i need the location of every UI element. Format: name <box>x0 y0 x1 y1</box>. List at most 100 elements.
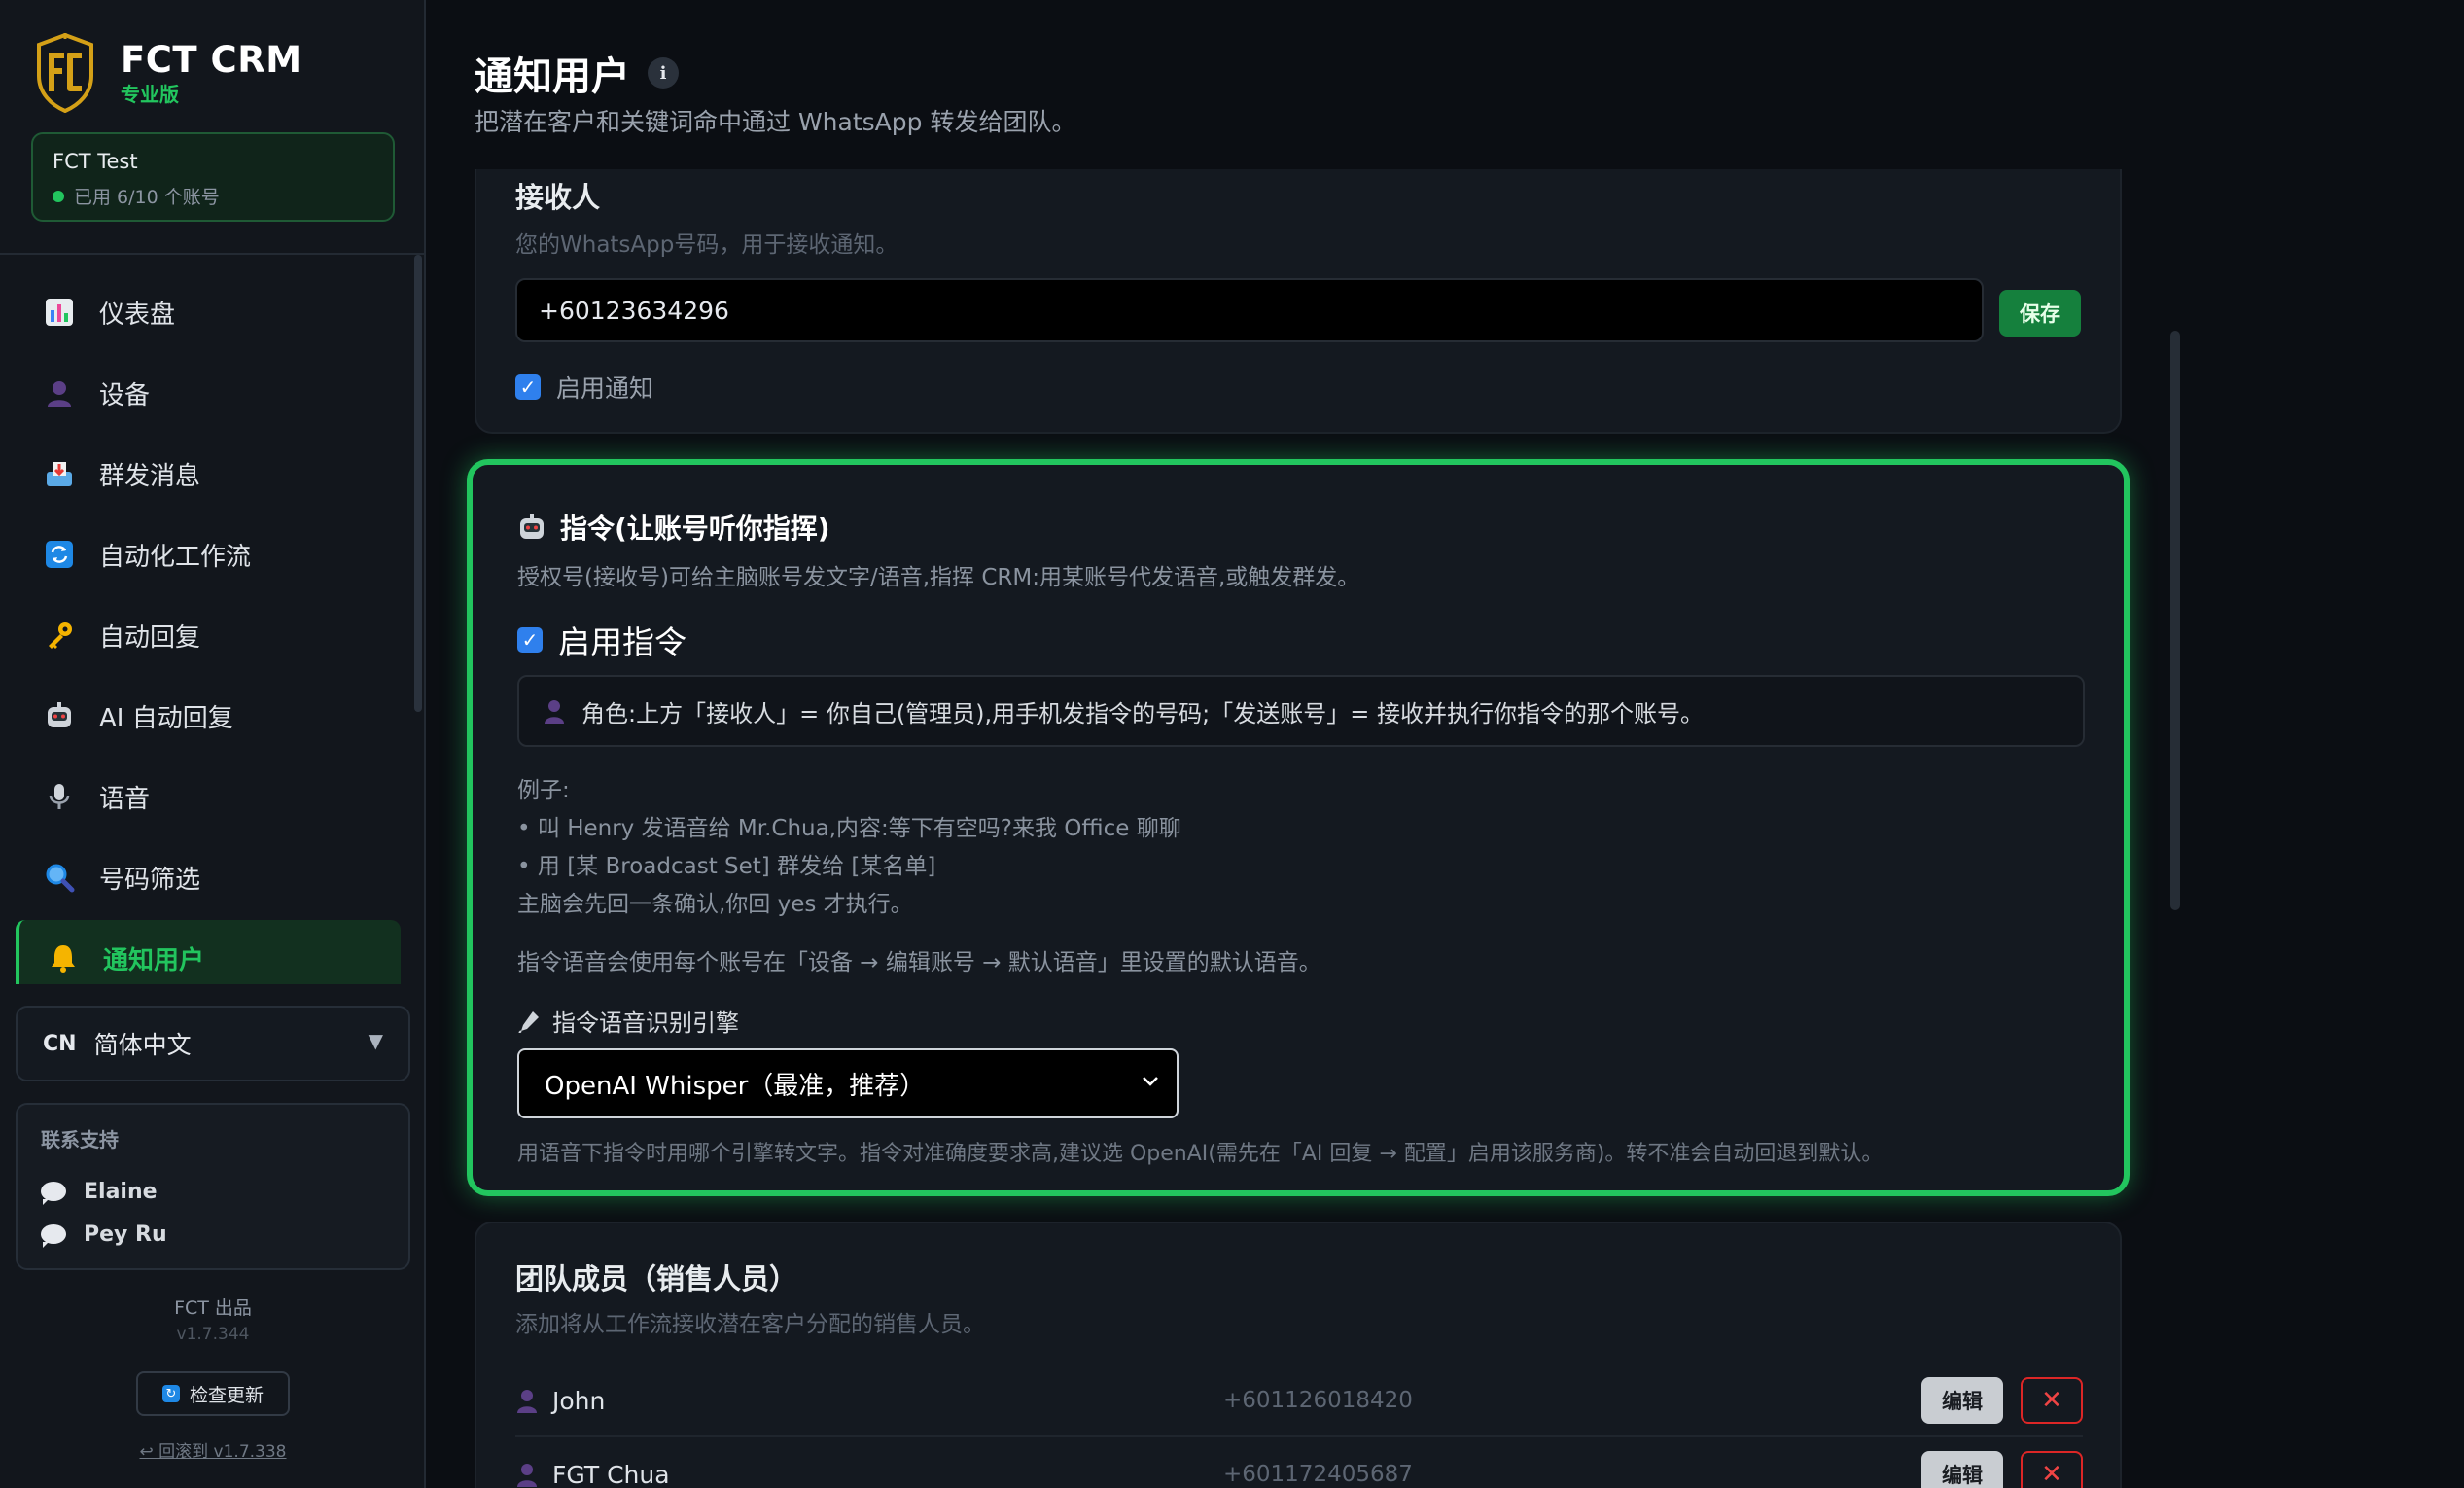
member-name: FGT Chua <box>552 1460 670 1488</box>
command-examples: 例子: • 叫 Henry 发语音给 Mr.Chua,内容:等下有空吗?来我 O… <box>517 772 1181 924</box>
member-phone: +601126018420 <box>1223 1388 1413 1413</box>
magnifier-icon <box>43 861 76 894</box>
account-card[interactable]: FCT Test 已用 6/10 个账号 <box>31 132 395 222</box>
brand-edition: 专业版 <box>121 83 179 106</box>
recipient-title: 接收人 <box>515 181 601 214</box>
delete-button[interactable]: ✕ <box>2021 1377 2083 1424</box>
sidebar-item-label: 通知用户 <box>103 945 205 975</box>
bar-chart-icon <box>43 296 76 329</box>
version-text: v1.7.344 <box>176 1325 250 1344</box>
sidebar-scrollbar[interactable] <box>414 255 422 712</box>
brand[interactable]: FCT CRM 专业版 <box>35 33 302 113</box>
example-line: 主脑会先回一条确认,你回 yes 才执行。 <box>517 892 913 917</box>
sidebar-item-automation[interactable]: 自动化工作流 <box>16 516 401 592</box>
support-title: 联系支持 <box>41 1128 119 1151</box>
refresh-icon <box>43 538 76 571</box>
sidebar-item-label: 语音 <box>99 784 151 814</box>
maker-text: FCT 出品 <box>174 1297 252 1319</box>
sidebar-item-label: 自动化工作流 <box>99 542 252 572</box>
microphone-icon <box>43 780 76 813</box>
check-update-label: 检查更新 <box>189 1384 264 1406</box>
engine-hint: 用语音下指令时用哪个引擎转文字。指令对准确度要求高,建议选 OpenAI(需先在… <box>517 1142 1883 1166</box>
account-usage: 已用 6/10 个账号 <box>53 183 373 209</box>
sidebar-item-label: 自动回复 <box>99 622 201 653</box>
refresh-icon: ↻ <box>161 1385 180 1402</box>
support-contact-name: Pey Ru <box>84 1222 167 1247</box>
rollback-link[interactable]: ↩ 回滚到 v1.7.338 <box>0 1437 426 1462</box>
sidebar-item-devices[interactable]: 设备 <box>16 355 401 431</box>
member-name: John <box>552 1386 606 1415</box>
language-code: CN <box>43 1031 77 1056</box>
user-icon <box>517 1464 537 1487</box>
speech-bubble-icon <box>41 1224 66 1248</box>
command-title: 指令(让账号听你指挥) <box>517 508 830 547</box>
user-icon <box>545 700 564 724</box>
sidebar-item-notify-users[interactable]: 通知用户 <box>16 920 401 984</box>
caret-down-icon: ▼ <box>368 1029 383 1052</box>
edit-button[interactable]: 编辑 <box>1921 1377 2003 1424</box>
robot-icon <box>43 699 76 732</box>
main-content: 接收人 您的WhatsApp号码，用于接收通知。 +60123634296 保存… <box>428 0 2172 1488</box>
page-subtitle: 把潜在客户和关键词命中通过 WhatsApp 转发给团队。 <box>475 108 1076 136</box>
enable-notify-row[interactable]: ✓ 启用通知 <box>515 370 653 405</box>
table-row: FGT Chua +601172405687 编辑 ✕ <box>515 1437 2083 1488</box>
page-header: 通知用户 i 把潜在客户和关键词命中通过 WhatsApp 转发给团队。 <box>428 0 2172 169</box>
account-name: FCT Test <box>53 150 138 173</box>
sidebar-divider <box>0 253 424 255</box>
microphone-icon <box>518 1010 539 1033</box>
sidebar-item-label: AI 自动回复 <box>99 703 233 733</box>
engine-select[interactable]: OpenAI Whisper（最准，推荐） <box>517 1048 1179 1118</box>
user-icon <box>517 1390 537 1413</box>
examples-title: 例子: <box>517 778 570 803</box>
support-contact-elaine[interactable]: Elaine <box>41 1170 385 1213</box>
table-row: John +601126018420 编辑 ✕ <box>515 1364 2083 1437</box>
enable-notify-label: 启用通知 <box>556 374 654 403</box>
info-icon[interactable]: i <box>648 57 679 89</box>
enable-notify-checkbox[interactable]: ✓ <box>515 374 541 400</box>
key-icon <box>43 619 76 652</box>
command-card: 指令(让账号听你指挥) 授权号(接收号)可给主脑账号发文字/语音,指挥 CRM:… <box>467 459 2130 1196</box>
role-note-text: 角色:上方「接收人」= 你自己(管理员),用手机发指令的号码;「发送账号」= 接… <box>581 699 1705 727</box>
edit-button[interactable]: 编辑 <box>1921 1451 2003 1488</box>
sidebar-item-broadcast[interactable]: 群发消息 <box>16 436 401 512</box>
save-button[interactable]: 保存 <box>1999 290 2081 337</box>
engine-select-value: OpenAI Whisper（最准，推荐） <box>545 1071 926 1101</box>
sidebar-item-label: 设备 <box>99 380 151 410</box>
team-title: 团队成员（销售人员） <box>515 1262 798 1295</box>
sidebar: FCT CRM 专业版 FCT Test 已用 6/10 个账号 仪表盘 设备 <box>0 0 426 1488</box>
example-line: • 用 [某 Broadcast Set] 群发给 [某名单] <box>517 854 936 879</box>
enable-command-checkbox[interactable]: ✓ <box>517 627 543 653</box>
command-title-text: 指令(让账号听你指挥) <box>560 513 830 545</box>
sidebar-item-number-filter[interactable]: 号码筛选 <box>16 839 401 915</box>
sidebar-nav: 仪表盘 设备 群发消息 自动化工作流 自动回复 AI 自动回复 语音 号码筛选 … <box>16 274 401 984</box>
engine-label: 指令语音识别引擎 <box>517 1004 739 1038</box>
recipient-phone-input[interactable]: +60123634296 <box>515 278 1984 342</box>
sidebar-item-dashboard[interactable]: 仪表盘 <box>16 274 401 350</box>
robot-icon <box>520 514 544 539</box>
engine-label-text: 指令语音识别引擎 <box>552 1010 739 1037</box>
sidebar-item-ai-auto-reply[interactable]: AI 自动回复 <box>16 678 401 754</box>
support-contact-pey-ru[interactable]: Pey Ru <box>41 1213 385 1256</box>
check-update-button[interactable]: ↻ 检查更新 <box>136 1371 290 1416</box>
enable-command-label: 启用指令 <box>558 623 686 661</box>
inbox-tray-icon <box>43 457 76 490</box>
team-card: 团队成员（销售人员） 添加将从工作流接收潜在客户分配的销售人员。 John +6… <box>475 1222 2122 1488</box>
sidebar-item-auto-reply[interactable]: 自动回复 <box>16 597 401 673</box>
page-title: 通知用户 i <box>475 45 679 101</box>
speech-bubble-icon <box>41 1182 66 1205</box>
support-panel: 联系支持 Elaine Pey Ru <box>16 1103 410 1270</box>
sidebar-item-label: 号码筛选 <box>99 865 201 895</box>
main-scrollbar[interactable] <box>2170 331 2180 910</box>
account-usage-text: 已用 6/10 个账号 <box>74 187 220 208</box>
sidebar-item-label: 仪表盘 <box>99 300 176 330</box>
language-select[interactable]: CN 简体中文 ▼ <box>16 1006 410 1081</box>
brand-name: FCT CRM <box>121 39 302 81</box>
support-contact-name: Elaine <box>84 1179 158 1204</box>
status-dot-icon <box>53 190 64 202</box>
sidebar-item-voice[interactable]: 语音 <box>16 759 401 834</box>
delete-button[interactable]: ✕ <box>2021 1451 2083 1488</box>
chevron-down-icon <box>1143 1077 1158 1086</box>
user-icon <box>43 376 76 409</box>
sidebar-item-label: 群发消息 <box>99 461 201 491</box>
enable-command-row[interactable]: ✓ 启用指令 <box>517 617 686 663</box>
